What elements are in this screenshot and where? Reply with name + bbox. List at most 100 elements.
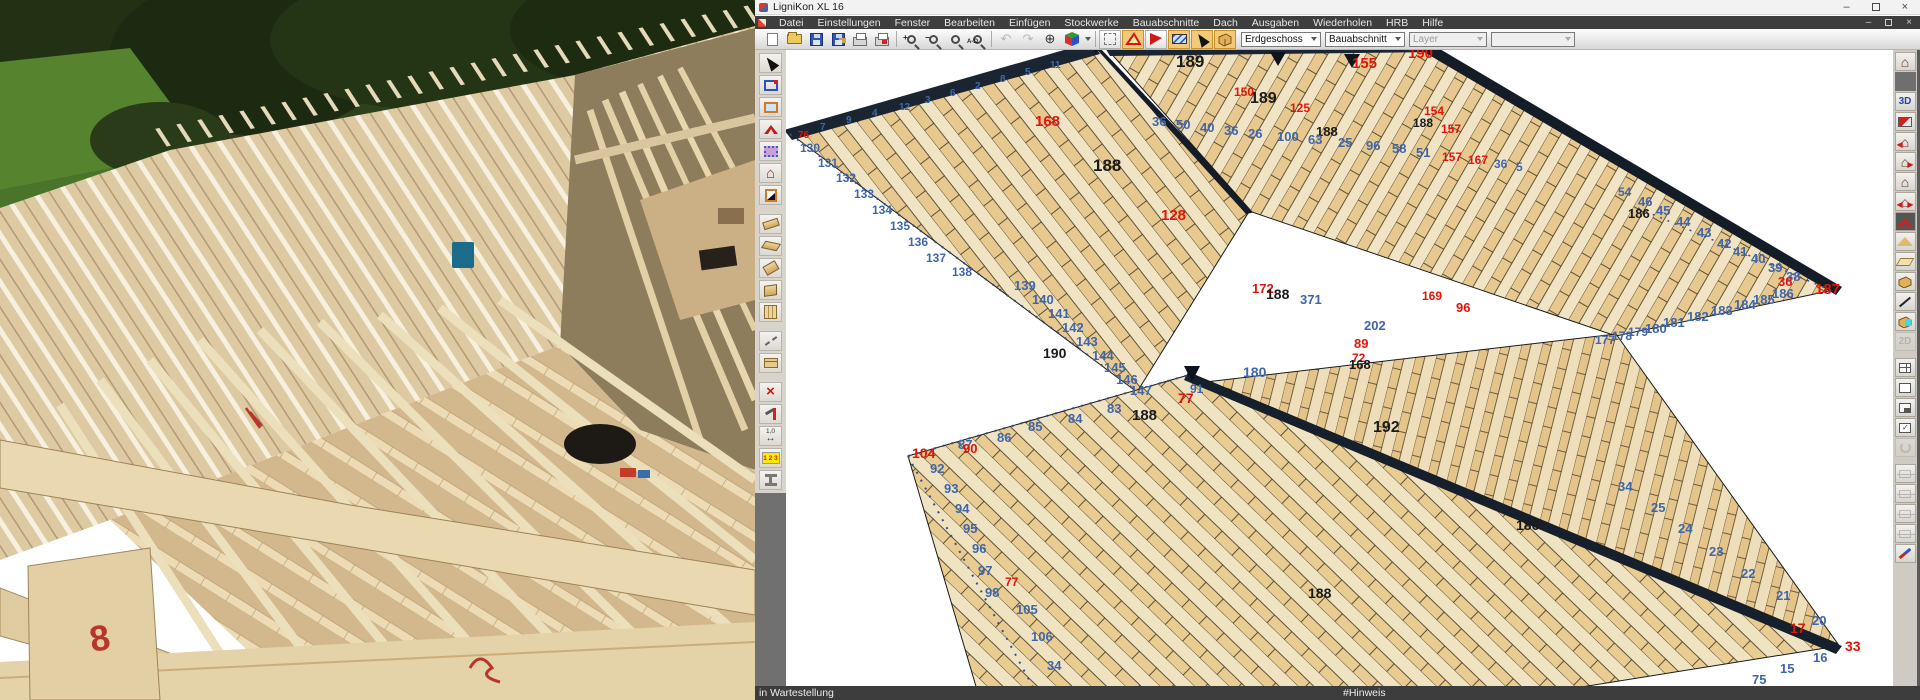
save-as-icon (832, 33, 845, 46)
steel-beam-tool[interactable] (759, 470, 782, 490)
select-toggle[interactable] (1191, 30, 1213, 49)
window-title: LigniKon XL 16 (773, 1, 844, 13)
work-area: ⌂ × 1,0↔ 1 2 3 (755, 50, 1920, 686)
roof-tool[interactable] (759, 119, 782, 139)
corner-window-icon (1899, 403, 1911, 413)
marker-toggle[interactable] (1145, 30, 1167, 49)
window-tile-button[interactable] (1895, 358, 1916, 377)
member-number-label: 167 (1468, 153, 1488, 167)
select-tool[interactable] (759, 53, 782, 73)
roof-edit-toggle[interactable] (1122, 30, 1144, 49)
truss-view-button[interactable] (1895, 232, 1916, 251)
member-number-label: 85 (1028, 419, 1042, 434)
redo-button[interactable]: ↷ (1017, 30, 1039, 49)
menu-item-datei[interactable]: Datei (772, 17, 811, 29)
plane-view-button[interactable] (1895, 252, 1916, 271)
minimize-button[interactable]: – (1843, 2, 1849, 12)
block-tool[interactable] (759, 280, 782, 300)
building-section-select[interactable]: Bauabschnitt (1325, 32, 1405, 47)
view-right-button[interactable]: ⌂▶ (1895, 152, 1916, 171)
menu-item-bearbeiten[interactable]: Bearbeiten (937, 17, 1002, 29)
wood-list-tool[interactable] (759, 353, 782, 373)
open-button[interactable] (783, 30, 805, 49)
menu-item-bauabschnitte[interactable]: Bauabschnitte (1126, 17, 1207, 29)
beam-view-button[interactable] (1895, 272, 1916, 291)
numbering-tool[interactable]: 1 2 3 (759, 448, 782, 468)
snap-toggle[interactable] (1099, 30, 1121, 49)
view-2d-button[interactable]: 2D (1895, 332, 1916, 351)
window-detail-button[interactable] (1895, 398, 1916, 417)
save-button[interactable] (805, 30, 827, 49)
window-single-button[interactable] (1895, 378, 1916, 397)
zoom-page-button[interactable] (944, 30, 966, 49)
numbering-icon: 1 2 3 (762, 452, 780, 464)
surface-toggle[interactable] (1168, 30, 1190, 49)
print-settings-button[interactable] (871, 30, 893, 49)
dashed-line-icon (764, 336, 777, 346)
building-tool[interactable]: ⌂ (759, 163, 782, 183)
plan-view-button[interactable]: ⌂ (1895, 52, 1916, 71)
view-cube-button[interactable] (1061, 30, 1083, 49)
ceiling-tool[interactable] (759, 141, 782, 161)
steel-beam-icon (765, 474, 777, 486)
zoom-all-button[interactable]: A-Ω (966, 30, 988, 49)
window-confirm-button[interactable] (1895, 418, 1916, 437)
chevron-down-icon (1477, 37, 1483, 41)
zoom-in-button[interactable]: + (900, 30, 922, 49)
paneling-tool[interactable] (759, 302, 782, 322)
title-bar: LigniKon XL 16 – × (755, 0, 1920, 15)
menu-item-hilfe[interactable]: Hilfe (1415, 17, 1450, 29)
member-number-label: 157 (1441, 122, 1461, 136)
model-canvas[interactable]: 1891551901681881281891501251881541881577… (786, 50, 1893, 686)
member-number-label: 25 (1338, 135, 1352, 150)
diagonal-tool-button[interactable] (1895, 544, 1916, 563)
menu-item-dach[interactable]: Dach (1206, 17, 1245, 29)
roof-section-button[interactable] (1895, 112, 1916, 131)
view-3d-button[interactable]: 3D (1895, 92, 1916, 111)
arrow-left-icon: ◀ (1897, 140, 1903, 149)
menu-item-stockwerke[interactable]: Stockwerke (1057, 17, 1125, 29)
beam-view-toggle[interactable] (1214, 30, 1236, 49)
wall-tool[interactable] (759, 75, 782, 95)
measure-button[interactable] (1895, 292, 1916, 311)
storey-select[interactable]: Erdgeschoss (1241, 32, 1321, 47)
menu-item-fenster[interactable]: Fenster (888, 17, 938, 29)
close-button[interactable]: × (1902, 2, 1908, 12)
joint-tool[interactable] (759, 258, 782, 278)
purlin-tool[interactable] (759, 214, 782, 234)
restore-button[interactable] (1872, 3, 1880, 11)
beam-highlight-button[interactable] (1895, 312, 1916, 331)
roof-corner-button[interactable] (1895, 212, 1916, 231)
delete-tool[interactable]: × (759, 382, 782, 402)
auxiliary-line-tool[interactable] (759, 331, 782, 351)
door-icon (765, 189, 777, 202)
member-number-label: 20 (1812, 613, 1826, 628)
undo-button[interactable]: ↶ (995, 30, 1017, 49)
menu-item-einstellungen[interactable]: Einstellungen (811, 17, 888, 29)
beam-cyan-icon (1897, 316, 1913, 328)
child-restore-button[interactable] (1885, 19, 1892, 26)
member-number-label: 7 (820, 122, 826, 133)
child-close-button[interactable]: × (1906, 17, 1912, 28)
center-target-button[interactable]: ⊕ (1039, 30, 1061, 49)
menu-item-hrb[interactable]: HRB (1379, 17, 1415, 29)
view-left-button[interactable]: ⌂◀ (1895, 132, 1916, 151)
zoom-out-button[interactable]: − (922, 30, 944, 49)
view-rotate-button[interactable]: ⌂◀▶ (1895, 192, 1916, 211)
opening-tool[interactable] (759, 185, 782, 205)
machining-tool[interactable] (759, 404, 782, 424)
plate-tool[interactable] (759, 236, 782, 256)
zoom-page-icon (951, 35, 960, 44)
menu-item-ausgaben[interactable]: Ausgaben (1245, 17, 1306, 29)
child-minimize-button[interactable]: – (1866, 17, 1872, 28)
view-front-button[interactable]: ⌂ (1895, 172, 1916, 191)
menu-item-einfügen[interactable]: Einfügen (1002, 17, 1057, 29)
menu-item-wiederholen[interactable]: Wiederholen (1306, 17, 1379, 29)
new-button[interactable] (761, 30, 783, 49)
dimension-tool[interactable]: 1,0↔ (759, 426, 782, 446)
window-tool[interactable] (759, 97, 782, 117)
view-cube-dropdown[interactable] (1083, 30, 1092, 49)
print-button[interactable] (849, 30, 871, 49)
block-beam-icon (764, 284, 777, 297)
save-as-button[interactable] (827, 30, 849, 49)
